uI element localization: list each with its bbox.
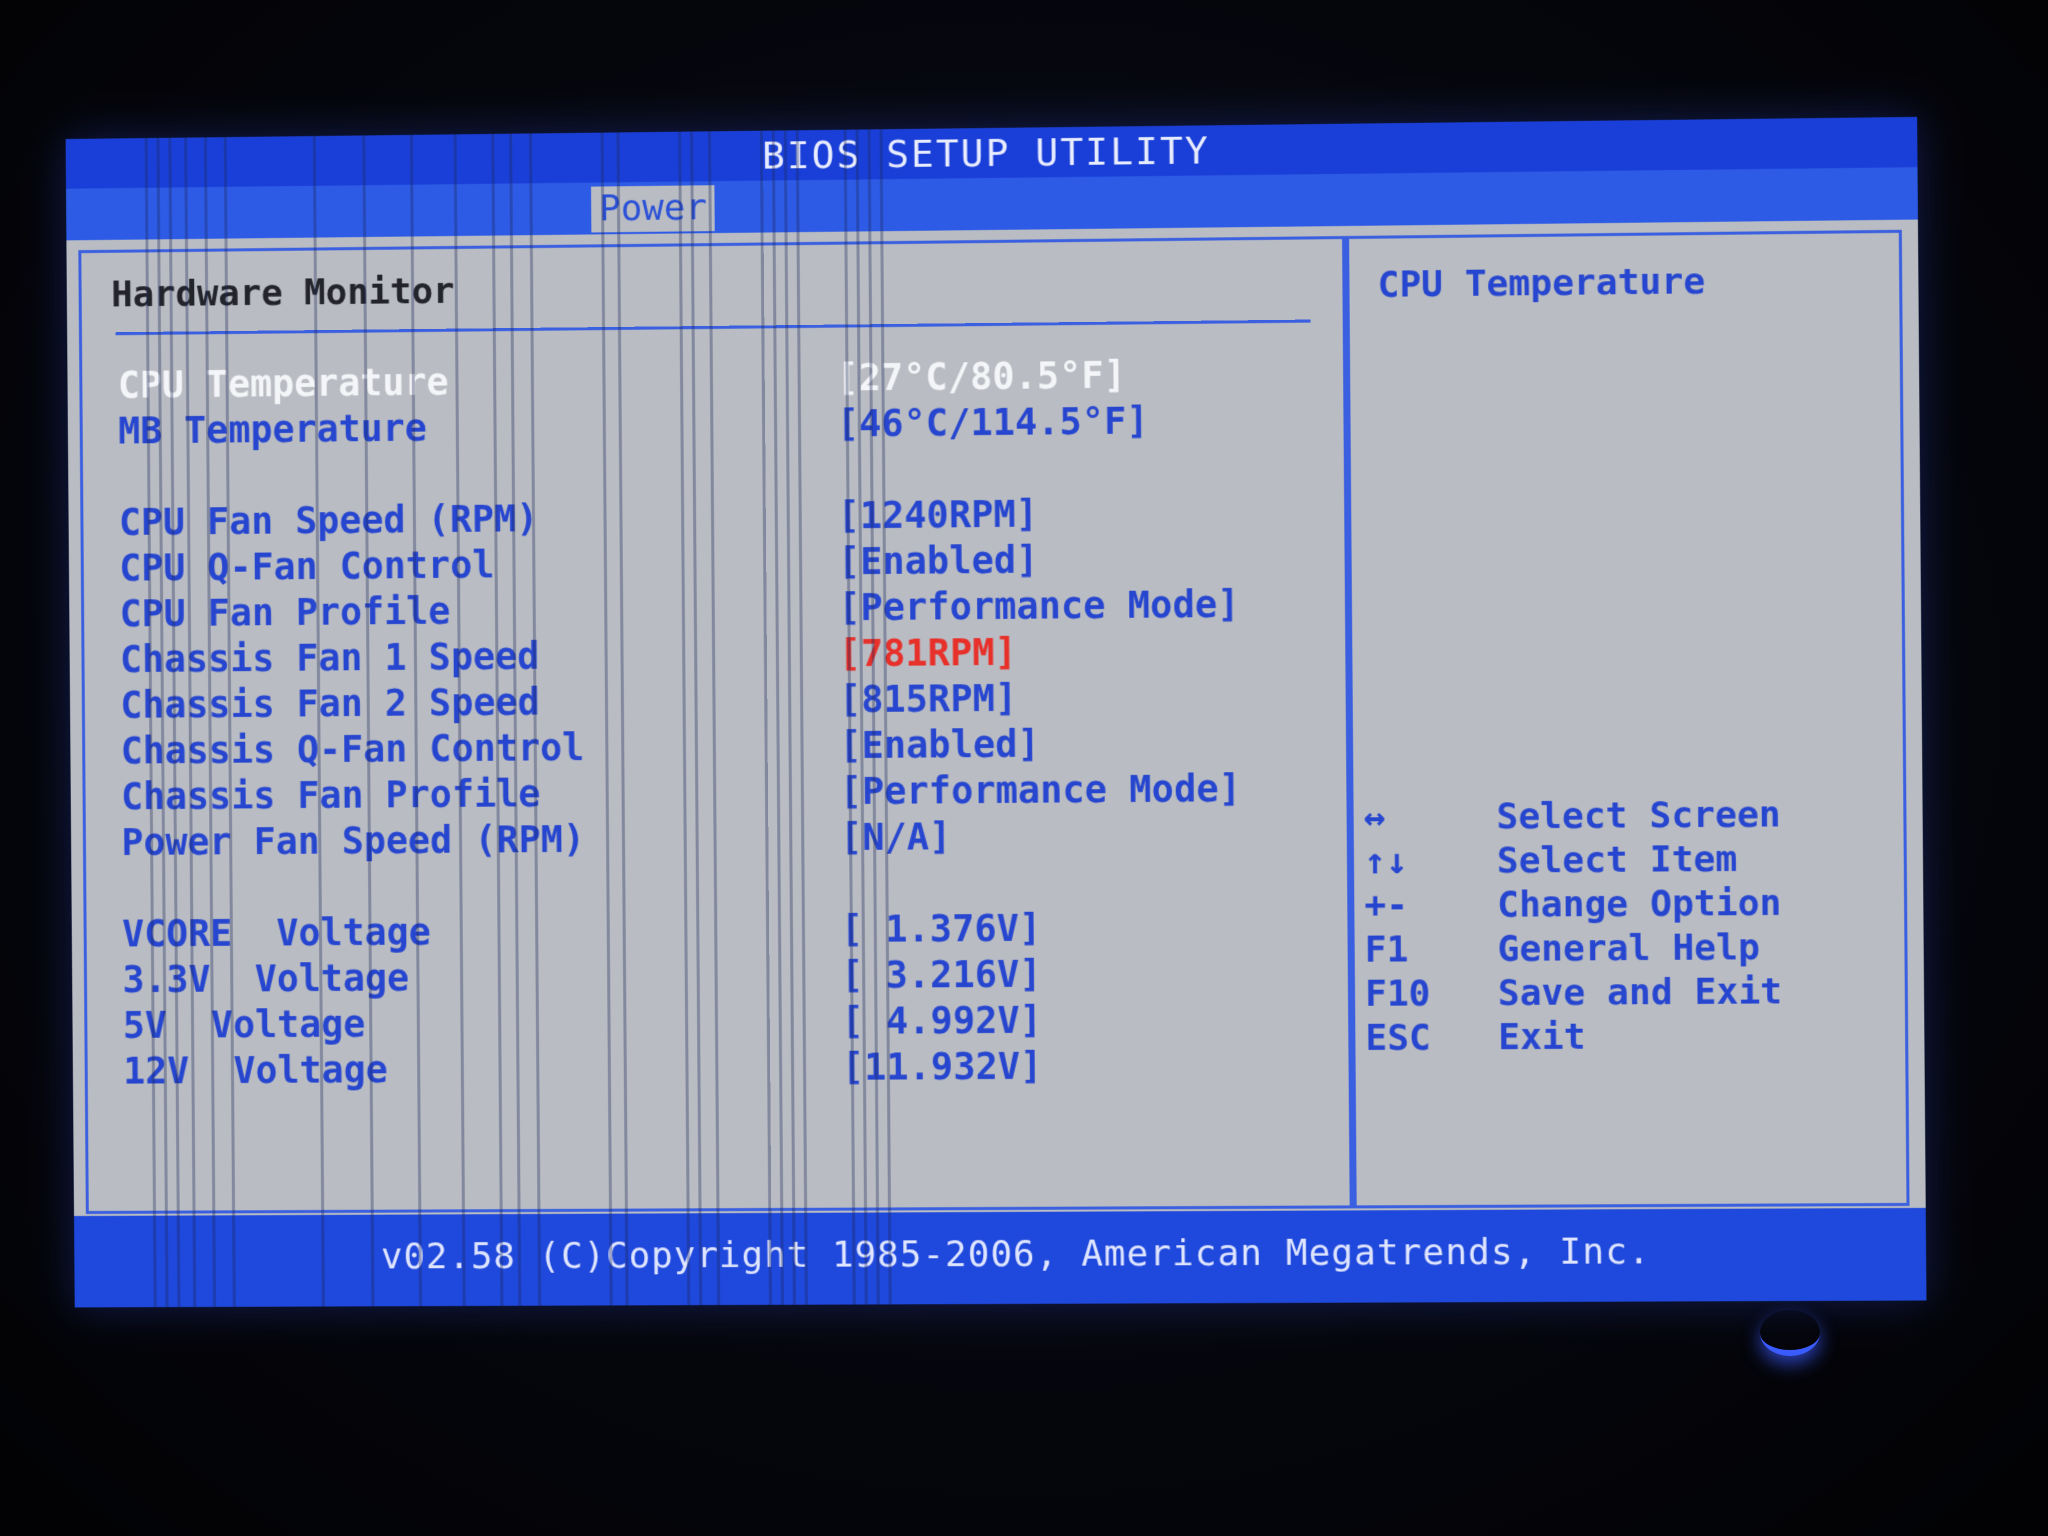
setting-label: 3.3V Voltage: [122, 957, 409, 1003]
setting-row-chassis-qfan-control[interactable]: Chassis Q-Fan Control [Enabled]: [85, 720, 1346, 774]
setting-label: 12V Voltage: [123, 1048, 388, 1093]
setting-value: [Performance Mode]: [838, 583, 1239, 630]
f10-key: F10: [1365, 972, 1431, 1017]
key-action: Exit: [1498, 1016, 1586, 1061]
setting-value: [Enabled]: [839, 723, 1040, 769]
key-hint-select-item: ↑↓ Select Item: [1354, 837, 1904, 885]
setting-value: [Enabled]: [838, 539, 1039, 585]
up-down-arrow-icon: ↑↓: [1364, 840, 1408, 884]
setting-label: Chassis Fan Profile: [121, 772, 541, 819]
copyright-text: v02.58 (C)Copyright 1985-2006, American …: [381, 1231, 1651, 1277]
setting-label: MB Temperature: [118, 407, 427, 454]
setting-label: Chassis Fan 2 Speed: [120, 681, 540, 728]
tab-power[interactable]: Power: [591, 185, 715, 232]
help-title: CPU Temperature: [1377, 261, 1705, 306]
setting-value: [N/A]: [840, 815, 952, 860]
section-title: Hardware Monitor: [111, 271, 455, 316]
setting-label: CPU Fan Profile: [120, 590, 451, 637]
setting-label: CPU Temperature: [118, 361, 449, 408]
setting-row-3v3-voltage[interactable]: 3.3V Voltage [ 3.216V]: [87, 951, 1348, 1003]
setting-row-cpu-fan-profile[interactable]: CPU Fan Profile [Performance Mode]: [84, 582, 1345, 637]
key-action: Save and Exit: [1498, 970, 1783, 1016]
setting-value: [46°C/114.5°F]: [837, 399, 1149, 446]
setting-row-power-fan-speed[interactable]: Power Fan Speed (RPM) [N/A]: [86, 812, 1347, 865]
key-hint-general-help: F1 General Help: [1355, 925, 1905, 973]
setting-value: [1240RPM]: [837, 493, 1038, 539]
setting-row-5v-voltage[interactable]: 5V Voltage [ 4.992V]: [87, 997, 1348, 1048]
plus-minus-key: +-: [1364, 884, 1408, 928]
setting-value: [11.932V]: [842, 1045, 1043, 1090]
setting-row-12v-voltage[interactable]: 12V Voltage [11.932V]: [88, 1043, 1349, 1094]
section-divider: [116, 320, 1311, 336]
esc-key: ESC: [1365, 1016, 1431, 1060]
footer-bar: v02.58 (C)Copyright 1985-2006, American …: [74, 1208, 1926, 1308]
key-hint-select-screen: ↔ Select Screen: [1353, 792, 1903, 840]
setting-label: Chassis Q-Fan Control: [121, 726, 585, 773]
setting-label: CPU Fan Speed (RPM): [119, 497, 539, 545]
setting-value: [ 1.376V]: [841, 907, 1042, 952]
setting-row-chassis-fan-2-speed[interactable]: Chassis Fan 2 Speed [815RPM]: [85, 674, 1346, 728]
setting-label: VCORE Voltage: [122, 911, 431, 957]
setting-label: Chassis Fan 1 Speed: [120, 635, 540, 682]
key-hint-save-exit: F10 Save and Exit: [1355, 969, 1905, 1016]
key-action: Select Item: [1497, 838, 1738, 884]
setting-value: [Performance Mode]: [840, 767, 1241, 814]
main-panel: Hardware Monitor CPU Temperature [27°C/8…: [78, 236, 1352, 1214]
key-action: Change Option: [1497, 882, 1782, 928]
setting-value: [27°C/80.5°F]: [836, 354, 1126, 401]
setting-row-chassis-fan-profile[interactable]: Chassis Fan Profile [Performance Mode]: [85, 766, 1346, 819]
key-hint-exit: ESC Exit: [1355, 1014, 1905, 1061]
setting-row-vcore-voltage[interactable]: VCORE Voltage [ 1.376V]: [86, 905, 1347, 957]
key-action: Select Screen: [1496, 793, 1781, 839]
key-hint-change-option: +- Change Option: [1354, 881, 1904, 929]
setting-label: 5V Voltage: [123, 1003, 366, 1048]
f1-key: F1: [1365, 928, 1409, 972]
left-right-arrow-icon: ↔: [1364, 796, 1386, 840]
setting-value: [ 3.216V]: [841, 953, 1042, 998]
setting-label: Power Fan Speed (RPM): [121, 818, 585, 865]
setting-value: [815RPM]: [839, 677, 1017, 722]
power-led-icon: [1760, 1310, 1820, 1356]
bios-screen: BIOS SETUP UTILITY Power Hardware Monito…: [66, 117, 1927, 1308]
setting-label: CPU Q-Fan Control: [119, 544, 494, 591]
help-panel: CPU Temperature ↔ Select Screen ↑↓ Selec…: [1345, 230, 1909, 1209]
key-action: General Help: [1497, 926, 1760, 972]
setting-row-chassis-fan-1-speed[interactable]: Chassis Fan 1 Speed [781RPM]: [84, 628, 1345, 682]
setting-value-warning: [781RPM]: [839, 631, 1017, 676]
setting-value: [ 4.992V]: [841, 999, 1042, 1044]
